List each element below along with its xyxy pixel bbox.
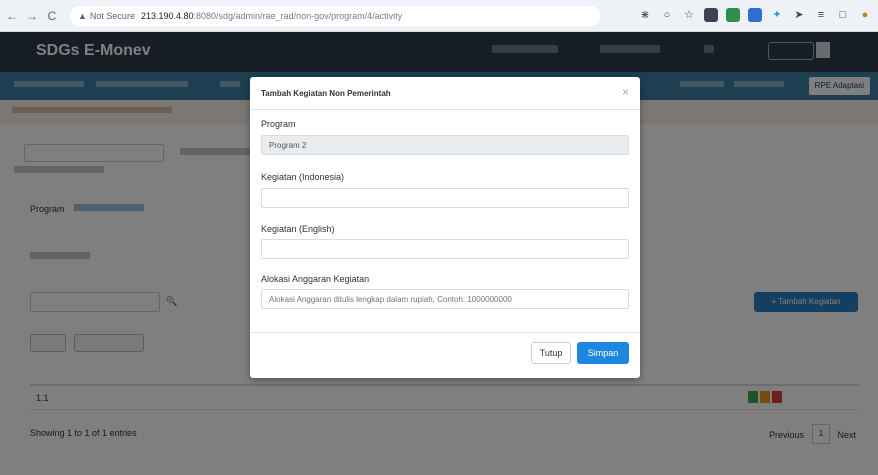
browser-toolbar: ← → C ▲ Not Secure 213.190.4.80 :8080/sd… xyxy=(0,0,878,32)
modal-header: Tambah Kegiatan Non Pemerintah × xyxy=(250,77,640,110)
close-icon[interactable]: × xyxy=(622,85,629,99)
extension-icon[interactable] xyxy=(726,8,740,22)
star-icon[interactable]: ☆ xyxy=(682,8,696,22)
zoom-icon[interactable]: ○ xyxy=(660,8,674,22)
modal-footer-divider xyxy=(250,332,640,333)
menu-list-icon[interactable]: ≡ xyxy=(814,8,828,22)
cancel-button[interactable]: Tutup xyxy=(531,342,571,364)
program-field xyxy=(261,135,629,155)
save-button[interactable]: Simpan xyxy=(577,342,629,364)
extension-icon[interactable] xyxy=(748,8,762,22)
kegiatan-english-label: Kegiatan (English) xyxy=(261,224,335,234)
kegiatan-english-input[interactable] xyxy=(261,239,629,259)
extension-icon[interactable]: ➤ xyxy=(792,8,806,22)
window-icon[interactable]: □ xyxy=(836,8,850,22)
alokasi-anggaran-input[interactable] xyxy=(261,289,629,309)
key-icon[interactable]: ⋇ xyxy=(638,8,652,22)
url-host: 213.190.4.80 xyxy=(140,11,194,21)
kegiatan-indonesia-input[interactable] xyxy=(261,188,629,208)
alokasi-anggaran-label: Alokasi Anggaran Kegiatan xyxy=(261,274,370,284)
address-bar[interactable]: ▲ Not Secure 213.190.4.80 :8080/sdg/admi… xyxy=(70,6,600,26)
security-label: Not Secure xyxy=(89,11,135,21)
url-path: :8080/sdg/admin/rae_rad/non-gov/program/… xyxy=(193,11,403,21)
reload-icon[interactable]: C xyxy=(44,9,60,23)
profile-icon[interactable]: ● xyxy=(858,8,872,22)
program-label: Program xyxy=(261,119,296,129)
warning-icon: ▲ xyxy=(78,11,87,21)
extension-icon[interactable]: ✦ xyxy=(770,8,784,22)
add-activity-modal: Tambah Kegiatan Non Pemerintah × Program… xyxy=(250,77,640,378)
extension-icon[interactable] xyxy=(704,8,718,22)
forward-icon[interactable]: → xyxy=(24,9,40,23)
back-icon[interactable]: ← xyxy=(4,9,20,23)
modal-title: Tambah Kegiatan Non Pemerintah xyxy=(261,89,391,98)
extension-bar: ⋇ ○ ☆ ✦ ➤ ≡ □ ● xyxy=(638,8,872,22)
kegiatan-indonesia-label: Kegiatan (Indonesia) xyxy=(261,172,345,182)
